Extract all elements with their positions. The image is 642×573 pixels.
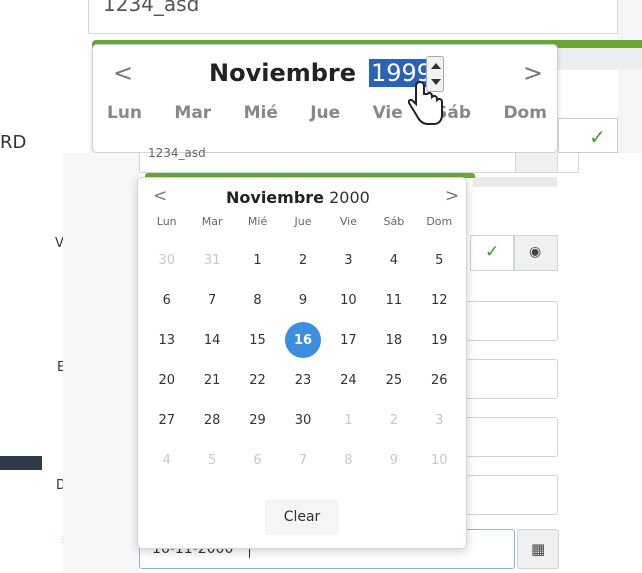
day-cell[interactable]: 2 xyxy=(280,240,325,280)
dow-wed: Mié xyxy=(247,215,268,228)
day-cell[interactable]: 28 xyxy=(189,400,234,440)
dow-mon: Lun xyxy=(107,103,143,123)
day-cell[interactable]: 26 xyxy=(417,360,462,400)
next-month-button-zoomed[interactable]: > xyxy=(523,59,543,87)
day-cell[interactable]: 4 xyxy=(144,440,189,480)
next-month-button[interactable]: > xyxy=(445,186,459,206)
day-cell[interactable]: 24 xyxy=(326,360,371,400)
clear-button[interactable]: Clear xyxy=(265,499,339,535)
weekday-header: Lun Mar Mié Jue Vie Sáb Dom xyxy=(144,215,462,228)
day-cell[interactable]: 18 xyxy=(371,320,416,360)
day-cell[interactable]: 14 xyxy=(189,320,234,360)
day-cell[interactable]: 25 xyxy=(371,360,416,400)
weekday-header-zoomed: Lun Mar Mié Jue Vie Sáb Dom xyxy=(107,103,547,123)
day-cell[interactable]: 31 xyxy=(189,240,234,280)
registration-form: 1234_asd ✓ ◉ 16-11-2000 ▦ < Noviembre 20… xyxy=(63,146,642,573)
month-title-zoomed: Noviembre xyxy=(209,59,357,87)
zoom-gray-band xyxy=(558,48,642,70)
text-input-2[interactable] xyxy=(463,359,558,399)
day-cell[interactable]: 13 xyxy=(144,320,189,360)
dow-tue: Mar xyxy=(201,215,223,228)
dark-side-bar xyxy=(0,456,42,470)
calendar-icon: ▦ xyxy=(531,540,546,558)
day-cell[interactable]: 6 xyxy=(235,440,280,480)
zoom-datepicker: < Noviembre 1999 > Lun Mar Mié Jue Vie S… xyxy=(92,44,558,153)
day-cell[interactable]: 21 xyxy=(189,360,234,400)
eye-icon: ◉ xyxy=(529,244,542,260)
day-cell[interactable]: 22 xyxy=(235,360,280,400)
day-cell[interactable]: 19 xyxy=(417,320,462,360)
day-cell[interactable]: 11 xyxy=(371,280,416,320)
day-cell[interactable]: 7 xyxy=(280,440,325,480)
day-cell[interactable]: 23 xyxy=(280,360,325,400)
spinner-up-icon[interactable] xyxy=(431,63,441,69)
password-value: 1234_asd xyxy=(103,0,200,16)
day-cell[interactable]: 3 xyxy=(326,240,371,280)
day-cell[interactable]: 20 xyxy=(144,360,189,400)
day-cell[interactable]: 1 xyxy=(235,240,280,280)
dow-sun: Dom xyxy=(426,215,453,228)
form-label-column xyxy=(63,153,139,573)
valid-check-zoomed: ✓ xyxy=(558,118,618,153)
day-cell[interactable]: 9 xyxy=(371,440,416,480)
prev-month-button-zoomed[interactable]: < xyxy=(113,59,133,87)
text-input-4[interactable] xyxy=(463,475,558,515)
days-grid: 30 31 1 2 3 4 5 6 7 8 9 10 11 12 13 14 15 16 17 18 19 20 21 22 2… xyxy=(144,240,462,480)
password-input-partial[interactable]: 1234_asd xyxy=(139,146,579,173)
day-cell[interactable]: 8 xyxy=(235,280,280,320)
month-label: Noviembre xyxy=(226,188,325,207)
day-cell[interactable]: 7 xyxy=(189,280,234,320)
field-label-password-zoomed: RD xyxy=(0,132,27,153)
prev-month-button[interactable]: < xyxy=(153,186,167,206)
day-cell[interactable]: 1 xyxy=(326,400,371,440)
toggle-password-button[interactable]: ◉ xyxy=(514,235,558,271)
day-cell[interactable]: 15 xyxy=(235,320,280,360)
text-input-3[interactable] xyxy=(463,417,558,457)
day-cell[interactable]: 9 xyxy=(280,280,325,320)
gray-band xyxy=(473,177,557,187)
day-cell[interactable]: 2 xyxy=(371,400,416,440)
day-cell-selected[interactable]: 16 xyxy=(280,320,325,360)
day-cell[interactable]: 8 xyxy=(326,440,371,480)
day-cell[interactable]: 6 xyxy=(144,280,189,320)
dow-wed: Mié xyxy=(243,103,278,123)
dow-thu: Jue xyxy=(310,103,341,123)
day-cell[interactable]: 12 xyxy=(417,280,462,320)
password-valid-indicator: ✓ xyxy=(470,235,514,271)
day-cell[interactable]: 29 xyxy=(235,400,280,440)
text-input-1[interactable] xyxy=(463,301,558,341)
dow-mon: Lun xyxy=(156,215,177,228)
dow-tue: Mar xyxy=(174,103,212,123)
password-input-zoomed[interactable]: 1234_asd xyxy=(88,0,618,34)
calendar-button[interactable]: ▦ xyxy=(517,529,559,569)
day-cell[interactable]: 17 xyxy=(326,320,371,360)
dow-fri: Vie xyxy=(339,215,357,228)
hand-pointer-icon xyxy=(408,80,443,125)
selected-day-label: 16 xyxy=(284,322,321,358)
toggle-password-partial[interactable] xyxy=(515,153,558,173)
datepicker-title[interactable]: Noviembre 2000 xyxy=(226,188,370,207)
password-value: 1234_asd xyxy=(148,146,206,160)
year-label: 2000 xyxy=(329,188,370,207)
day-cell[interactable]: 5 xyxy=(189,440,234,480)
day-cell[interactable]: 5 xyxy=(417,240,462,280)
zoom-right-strip xyxy=(618,0,642,153)
day-cell[interactable]: 30 xyxy=(280,400,325,440)
dow-sat: Sáb xyxy=(383,215,405,228)
day-cell[interactable]: 3 xyxy=(417,400,462,440)
check-icon: ✓ xyxy=(589,125,606,149)
check-icon: ✓ xyxy=(485,242,500,262)
day-cell[interactable]: 4 xyxy=(371,240,416,280)
dow-thu: Jue xyxy=(294,215,312,228)
dow-sun: Dom xyxy=(503,103,547,123)
day-cell[interactable]: 27 xyxy=(144,400,189,440)
day-cell[interactable]: 10 xyxy=(417,440,462,480)
day-cell[interactable]: 30 xyxy=(144,240,189,280)
datepicker-popup: < Noviembre 2000 > Lun Mar Mié Jue Vie S… xyxy=(137,177,467,549)
day-cell[interactable]: 10 xyxy=(326,280,371,320)
zoomed-datepicker-inset: 1234_asd < Noviembre 1999 > Lun Mar Mié … xyxy=(88,0,642,153)
dow-fri: Vie xyxy=(372,103,403,123)
